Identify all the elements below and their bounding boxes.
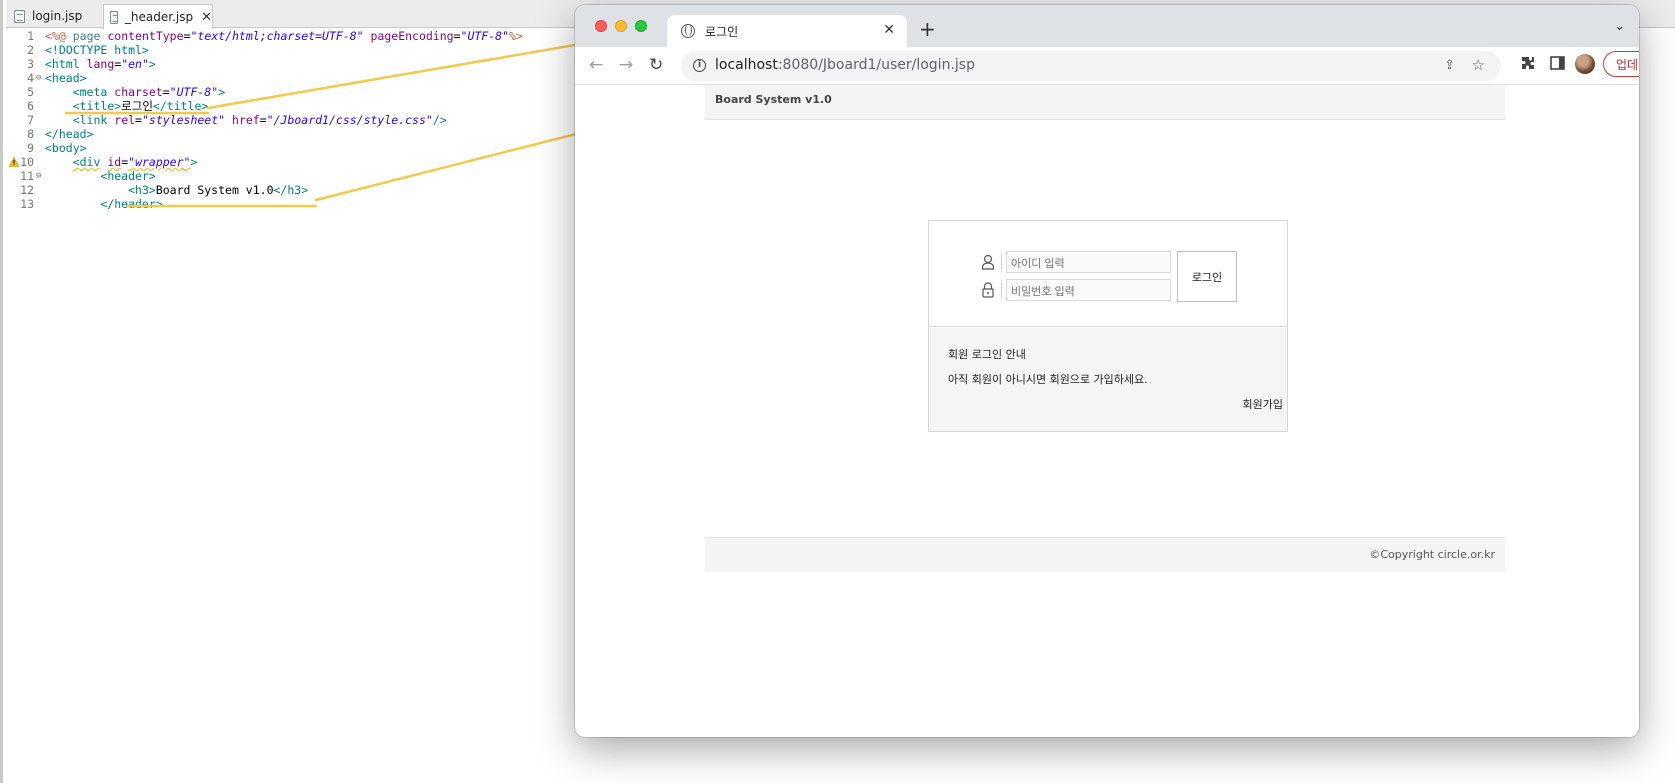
new-tab-button[interactable]: + [919, 19, 936, 39]
close-window-button[interactable] [595, 20, 607, 32]
url-text: localhost:8080/Jboard1/user/login.jsp [715, 57, 975, 73]
field-separator [1001, 255, 1002, 269]
code-line[interactable]: 6 <title>로그인</title> [6, 99, 566, 114]
extensions-puzzle-icon[interactable] [1520, 55, 1536, 71]
forward-arrow-icon[interactable]: → [619, 55, 633, 75]
line-number: 12 [20, 183, 34, 197]
code-text: </head> [45, 127, 94, 141]
tab-header-jsp[interactable]: _header.jsp ✕ [103, 4, 213, 29]
login-form: 로그인 [929, 221, 1287, 327]
line-number: 9 [27, 141, 34, 155]
info-icon[interactable]: i [693, 59, 706, 72]
code-line[interactable]: 12 <h3>Board System v1.0</h3> [6, 183, 566, 198]
side-panel-icon[interactable] [1550, 56, 1565, 70]
line-number: 2 [27, 43, 34, 57]
url-host: localhost [715, 57, 778, 73]
close-icon[interactable]: ✕ [201, 10, 212, 25]
line-number: 8 [27, 127, 34, 141]
line-number: 5 [27, 85, 34, 99]
close-icon[interactable]: ✕ [883, 22, 895, 38]
site-footer: ©Copyright circle.or.kr [705, 537, 1505, 572]
code-line[interactable]: 8 </head> [6, 127, 566, 142]
code-text: <html lang="en"> [45, 57, 156, 71]
profile-avatar[interactable] [1575, 54, 1595, 74]
line-number: 13 [20, 197, 34, 211]
update-button[interactable]: 업데이트 ⋮ [1603, 51, 1639, 77]
code-text: <meta charset="UTF-8"> [72, 85, 226, 99]
address-bar[interactable]: i localhost:8080/Jboard1/user/login.jsp … [681, 51, 1501, 81]
code-text: <div id="wrapper"> [72, 155, 198, 169]
code-line[interactable]: 5 <meta charset="UTF-8"> [6, 85, 566, 100]
line-number: 1 [27, 29, 34, 43]
code-text: <h3>Board System v1.0</h3> [128, 183, 309, 197]
url-path: :8080/Jboard1/user/login.jsp [777, 57, 975, 73]
chevron-down-icon[interactable]: ⌄ [1614, 19, 1625, 34]
code-line[interactable]: 3 <html lang="en"> [6, 57, 566, 72]
browser-tab-title: 로그인 [705, 24, 739, 39]
code-text: <!DOCTYPE html> [45, 43, 149, 57]
code-line[interactable]: 10 <div id="wrapper"> [6, 155, 566, 170]
copyright-text: ©Copyright circle.or.kr [1369, 548, 1495, 561]
tab-label: login.jsp [32, 9, 83, 23]
user-id-input[interactable] [1006, 251, 1171, 273]
field-separator [1001, 283, 1002, 297]
code-line[interactable]: 7 <link rel="stylesheet" href="/Jboard1/… [6, 113, 566, 128]
code-line[interactable]: 2 <!DOCTYPE html> [6, 43, 566, 58]
lock-icon [982, 282, 994, 298]
code-line[interactable]: 9 <body> [6, 141, 566, 156]
info-text: 아직 회원이 아니시면 회원으로 가입하세요. [948, 373, 1148, 386]
minimize-window-button[interactable] [615, 20, 627, 32]
tab-label: _header.jsp [124, 10, 194, 24]
code-text: <header> [100, 169, 156, 183]
zoom-window-button[interactable] [635, 20, 647, 32]
login-info-panel: 회원 로그인 안내 아직 회원이 아니시면 회원으로 가입하세요. 회원가입 [929, 328, 1287, 431]
code-line[interactable]: 11 ⊖ <header> [6, 169, 566, 184]
globe-icon [681, 24, 695, 38]
jsp-file-icon [110, 10, 118, 24]
login-button[interactable]: 로그인 [1177, 251, 1237, 302]
code-text: <%@ page contentType="text/html;charset=… [45, 29, 523, 43]
login-box: 로그인 회원 로그인 안내 아직 회원이 아니시면 회원으로 가입하세요. 회원… [928, 220, 1288, 432]
warning-icon[interactable] [9, 157, 19, 167]
join-link[interactable]: 회원가입 [1243, 396, 1283, 412]
code-text: <title>로그인</title> [72, 99, 209, 113]
code-line[interactable]: 4 ⊖ <head> [6, 71, 566, 86]
share-icon[interactable]: ⇪ [1444, 58, 1455, 73]
info-title: 회원 로그인 안내 [948, 348, 1026, 361]
jsp-file-icon [14, 9, 25, 23]
update-label: 업데이트 [1616, 57, 1639, 72]
site-header: Board System v1.0 [705, 85, 1505, 120]
line-number: 7 [27, 113, 34, 127]
tab-strip: 로그인 ✕ + ⌄ [575, 5, 1639, 47]
fold-toggle-icon[interactable]: ⊖ [36, 169, 41, 184]
code-line[interactable]: 13 </header> [6, 197, 566, 212]
code-text: </header> [100, 197, 163, 211]
code-text: <link rel="stylesheet" href="/Jboard1/cs… [72, 113, 447, 127]
back-arrow-icon[interactable]: ← [589, 55, 603, 75]
line-number: 6 [27, 99, 34, 113]
bookmark-star-icon[interactable]: ☆ [1472, 56, 1485, 74]
code-line[interactable]: 1 <%@ page contentType="text/html;charset… [6, 29, 566, 44]
line-number: 3 [27, 57, 34, 71]
tab-login-jsp[interactable]: login.jsp [8, 4, 100, 28]
site-title: Board System v1.0 [715, 93, 832, 106]
line-number: 11 [20, 169, 34, 183]
password-input[interactable] [1006, 279, 1171, 301]
code-text: <body> [45, 141, 87, 155]
user-icon [981, 254, 995, 270]
browser-tab[interactable]: 로그인 ✕ [667, 15, 907, 47]
code-text: <head> [45, 71, 87, 85]
fold-toggle-icon[interactable]: ⊖ [36, 71, 41, 86]
browser-toolbar: ← → ↻ i localhost:8080/Jboard1/user/logi… [575, 47, 1639, 85]
reload-icon[interactable]: ↻ [649, 55, 663, 75]
page-viewport: Board System v1.0 로그인 회원 [575, 85, 1639, 737]
line-number: 4 [27, 71, 34, 85]
browser-window: 로그인 ✕ + ⌄ ← → ↻ i localhost:8080/Jboard1… [575, 5, 1639, 737]
